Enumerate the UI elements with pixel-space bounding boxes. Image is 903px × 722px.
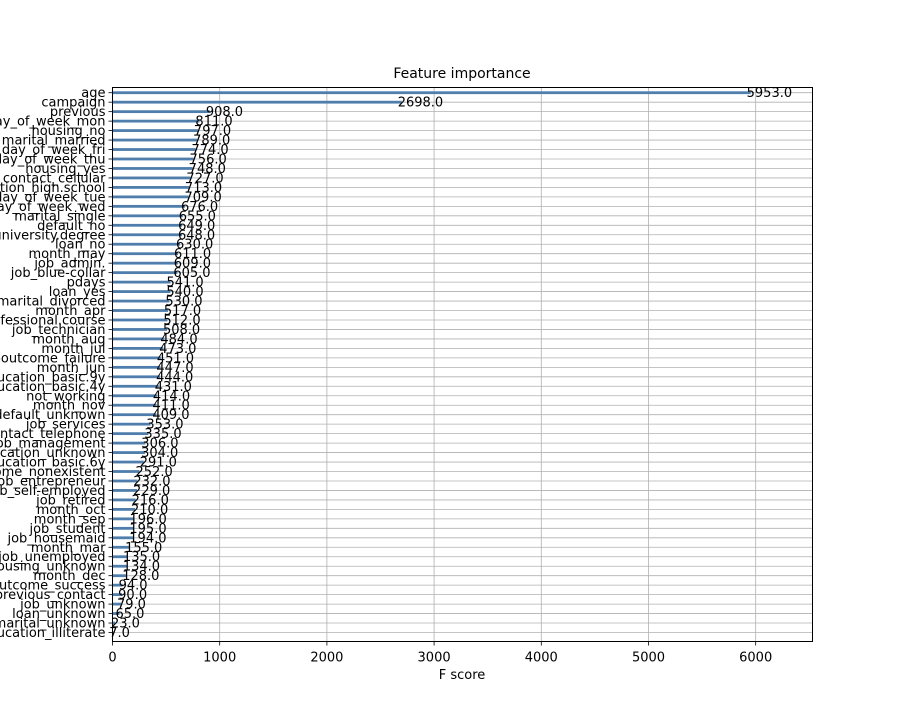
y-tick-label: education_illiterate [0,626,106,641]
value-label: 5953.0 [747,86,793,101]
bar [112,138,198,142]
x-tick-label: 2000 [310,651,343,666]
bar [112,186,189,189]
bar [112,347,164,350]
bar [112,129,198,132]
bar [112,204,185,208]
y-tick-labels: agecampaignpreviousday_of_week_monhousin… [0,86,113,641]
bar [112,328,167,331]
x-tick-label: 6000 [739,651,772,666]
chart-title: Feature importance [393,66,530,82]
bar [112,252,178,256]
bar [112,271,178,275]
bar [112,110,210,114]
feature-importance-chart: Feature importance 5953.02698.0908.0811.… [0,66,813,683]
bar [112,223,183,227]
x-tick-label: 5000 [632,651,665,666]
bar [112,233,182,237]
bar [112,309,168,312]
x-tick-label: 4000 [525,651,558,666]
x-tick-labels: 0 1000 2000 3000 4000 5000 6000 [108,641,772,666]
value-labels: 5953.02698.0908.0811.0797.0789.0774.0756… [109,86,792,641]
bar [112,91,751,95]
bar [112,384,159,388]
bar [112,337,165,341]
bar [112,365,161,369]
bar [112,356,161,360]
bar [112,157,194,161]
x-tick-label: 3000 [418,651,451,666]
bar [112,261,178,265]
bar [112,176,191,180]
bar [112,280,171,284]
bar [112,242,181,246]
bar [112,432,149,436]
bar [112,299,170,303]
value-label: 2698.0 [398,96,444,111]
bar [112,394,157,398]
bar [112,214,183,218]
bar [112,195,189,199]
bar [112,167,193,170]
bar [112,413,157,417]
bar [112,148,196,151]
bar [112,318,168,322]
bar [112,422,151,426]
x-tick-label: 0 [108,651,116,666]
bar [112,290,171,293]
bar [112,100,402,104]
x-tick-label: 1000 [203,651,236,666]
bar [112,403,157,407]
bar [112,375,161,379]
x-axis-label: F score [439,668,486,683]
bar [112,119,200,123]
